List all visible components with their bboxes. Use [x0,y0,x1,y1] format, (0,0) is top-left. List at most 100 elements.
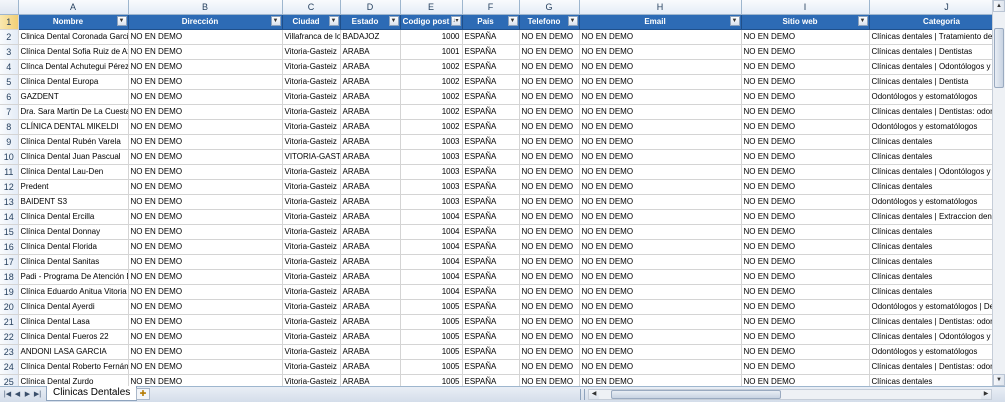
cell[interactable]: NO EN DEMO [741,149,870,165]
cell[interactable]: Clinica Dental Coronada Garcia [18,29,129,45]
filter-dropdown-icon[interactable]: ▼ [270,16,281,26]
cell[interactable]: Clínica Dental Zurdo [18,374,129,386]
cell[interactable]: Clínica Dental Sofia Ruiz de Azu [18,44,129,60]
cell[interactable]: Clínicas dentales | Dentista [869,74,992,90]
cell[interactable]: NO EN DEMO [741,134,870,150]
cell[interactable]: NO EN DEMO [128,194,283,210]
cell[interactable]: Vitoria-Gasteiz [282,59,341,75]
cell[interactable]: NO EN DEMO [741,44,870,60]
cell[interactable]: Clínica Dental Lau-Den [18,164,129,180]
cell[interactable]: Padi - Programa De Atención De [18,269,129,285]
cell[interactable]: ARABA [340,179,401,195]
cell[interactable]: 1003 [400,134,463,150]
cell[interactable]: Vitoria-Gasteiz [282,194,341,210]
cell[interactable]: 1002 [400,59,463,75]
row-number[interactable]: 22 [0,329,19,345]
cell[interactable]: NO EN DEMO [128,44,283,60]
cell[interactable]: NO EN DEMO [519,29,580,45]
cell[interactable]: NO EN DEMO [579,194,742,210]
header-cell-6[interactable]: País ▼ [462,14,520,30]
row-number[interactable]: 17 [0,254,19,270]
cell[interactable]: Odontólogos y estomatólogos [869,344,992,360]
cell[interactable]: NO EN DEMO [579,314,742,330]
cell[interactable]: Odontólogos y estomatólogos [869,194,992,210]
row-number[interactable]: 13 [0,194,19,210]
column-letter-h[interactable]: H [579,0,742,15]
cell[interactable]: 1002 [400,74,463,90]
cell[interactable]: 1005 [400,329,463,345]
cell[interactable]: 1003 [400,164,463,180]
cell[interactable]: ESPAÑA [462,179,520,195]
row-number[interactable]: 11 [0,164,19,180]
cell[interactable]: NO EN DEMO [741,209,870,225]
cell[interactable]: NO EN DEMO [128,374,283,386]
cell[interactable]: Clínicas dentales [869,254,992,270]
cell[interactable]: NO EN DEMO [519,74,580,90]
cell[interactable]: ARABA [340,149,401,165]
cell[interactable]: NO EN DEMO [579,329,742,345]
cell[interactable]: BAIDENT S3 [18,194,129,210]
cell[interactable]: Clínicas dentales [869,149,992,165]
cell[interactable]: NO EN DEMO [741,239,870,255]
cell[interactable]: NO EN DEMO [741,164,870,180]
cell[interactable]: NO EN DEMO [128,284,283,300]
cell[interactable]: NO EN DEMO [128,239,283,255]
cell[interactable]: NO EN DEMO [128,299,283,315]
cell[interactable]: Vitoria-Gasteiz [282,284,341,300]
cell[interactable]: NO EN DEMO [741,29,870,45]
cell[interactable]: Clínicas dentales [869,269,992,285]
sort-descending-icon[interactable]: ↓▾ [450,16,461,26]
filter-dropdown-icon[interactable]: ▼ [567,16,578,26]
cell[interactable]: NO EN DEMO [579,209,742,225]
cell[interactable]: Clínca Dental Achutegui Pérez [18,59,129,75]
cell[interactable]: NO EN DEMO [519,239,580,255]
row-number[interactable]: 24 [0,359,19,375]
cell[interactable]: Vitoria-Gasteiz [282,164,341,180]
vertical-scrollbar[interactable]: ▲ ▼ [992,0,1005,386]
first-sheet-icon[interactable]: |◀ [3,390,12,399]
cell[interactable]: NO EN DEMO [579,374,742,386]
cell[interactable]: 1005 [400,314,463,330]
cell[interactable]: NO EN DEMO [579,299,742,315]
cell[interactable]: ARABA [340,359,401,375]
cell[interactable]: ARABA [340,284,401,300]
cell[interactable]: Vitoria-Gasteiz [282,44,341,60]
cell[interactable]: ARABA [340,74,401,90]
scroll-right-icon[interactable]: ▶ [981,390,991,399]
row-number[interactable]: 3 [0,44,19,60]
cell[interactable]: ESPAÑA [462,29,520,45]
cell[interactable]: 1002 [400,119,463,135]
cell[interactable]: NO EN DEMO [519,104,580,120]
cell[interactable]: NO EN DEMO [128,134,283,150]
row-number[interactable]: 12 [0,179,19,195]
cell[interactable]: NO EN DEMO [519,179,580,195]
cell[interactable]: NO EN DEMO [741,224,870,240]
row-number[interactable]: 6 [0,89,19,105]
next-sheet-icon[interactable]: ▶ [23,390,32,399]
cell[interactable]: NO EN DEMO [579,359,742,375]
cell[interactable]: NO EN DEMO [128,164,283,180]
cell[interactable]: ESPAÑA [462,134,520,150]
cell[interactable]: ARABA [340,44,401,60]
cell[interactable]: Vitoria-Gasteiz [282,359,341,375]
cell[interactable]: NO EN DEMO [579,134,742,150]
cell[interactable]: Vitoria-Gasteiz [282,254,341,270]
row-number[interactable]: 18 [0,269,19,285]
cell[interactable]: Clínicas dentales | Odontólogos y e [869,59,992,75]
cell[interactable]: NO EN DEMO [128,344,283,360]
cell[interactable]: NO EN DEMO [519,359,580,375]
cell[interactable]: 1004 [400,254,463,270]
row-number[interactable]: 23 [0,344,19,360]
header-cell-1[interactable]: Nombre ▼ [18,14,129,30]
header-cell-2[interactable]: Dirección ▼ [128,14,283,30]
cell[interactable]: NO EN DEMO [128,224,283,240]
cell[interactable]: ESPAÑA [462,104,520,120]
cell[interactable]: 1004 [400,269,463,285]
prev-sheet-icon[interactable]: ◀ [13,390,22,399]
cell[interactable]: ARABA [340,164,401,180]
filter-dropdown-icon[interactable]: ▼ [328,16,339,26]
cell[interactable]: NO EN DEMO [128,74,283,90]
cell[interactable]: NO EN DEMO [519,119,580,135]
cell[interactable]: Clínica Dental Lasa [18,314,129,330]
cell[interactable]: GAZDENT [18,89,129,105]
